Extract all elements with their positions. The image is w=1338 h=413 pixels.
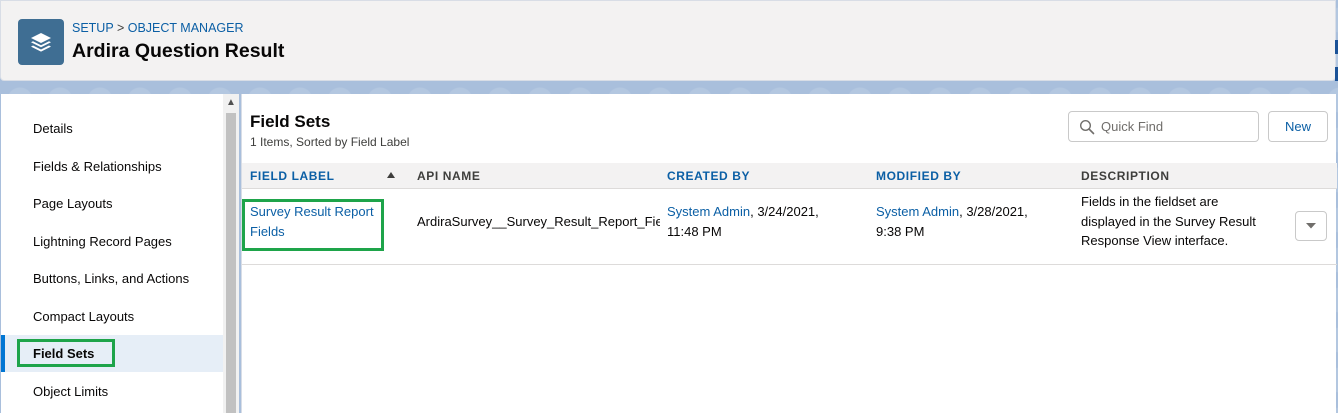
- quick-find-search[interactable]: [1068, 111, 1259, 142]
- sidebar-item-object-limits[interactable]: Object Limits: [1, 373, 223, 410]
- modified-by-user-link[interactable]: System Admin: [876, 204, 959, 219]
- description-cell: Fields in the fieldset are displayed in …: [1081, 192, 1286, 251]
- new-button[interactable]: New: [1268, 111, 1328, 142]
- sidebar-item-details[interactable]: Details: [1, 110, 223, 147]
- sidebar-item-page-layouts[interactable]: Page Layouts: [1, 185, 223, 222]
- sidebar-item-buttons-links-actions[interactable]: Buttons, Links, and Actions: [1, 260, 223, 297]
- sidebar-item-label: Details: [33, 121, 73, 136]
- breadcrumb: SETUP > OBJECT MANAGER: [72, 21, 244, 35]
- sidebar-item-lightning-record-pages[interactable]: Lightning Record Pages: [1, 223, 223, 260]
- api-name-cell: ArdiraSurvey__Survey_Result_Report_Fie: [417, 214, 660, 229]
- modified-by-cell: System Admin, 3/28/2021, 9:38 PM: [876, 202, 1076, 242]
- created-by-cell: System Admin, 3/24/2021, 11:48 PM: [667, 202, 867, 242]
- highlight-box: [242, 199, 384, 251]
- scroll-up-icon[interactable]: ▲: [223, 96, 239, 110]
- sidebar-item-label: Lightning Record Pages: [33, 234, 172, 249]
- sidebar-item-label: Fields & Relationships: [33, 159, 162, 174]
- column-header-field-label[interactable]: Field Label: [250, 163, 335, 189]
- sidebar-item-label: Object Limits: [33, 384, 109, 399]
- created-by-time: 11:48 PM: [667, 224, 722, 239]
- breadcrumb-separator: >: [116, 21, 125, 35]
- sidebar-item-fields-relationships[interactable]: Fields & Relationships: [1, 148, 223, 185]
- description-line: Fields in the fieldset are: [1081, 194, 1219, 209]
- sidebar-item-label: Buttons, Links, and Actions: [33, 271, 190, 286]
- sidebar-item-compact-layouts[interactable]: Compact Layouts: [1, 298, 223, 335]
- sidebar-nav: Details Fields & Relationships Page Layo…: [1, 94, 223, 413]
- column-header-modified-by[interactable]: Modified By: [876, 163, 961, 189]
- scrollbar-thumb[interactable]: [226, 113, 236, 413]
- modified-by-date: , 3/28/2021,: [959, 204, 1028, 219]
- created-by-date: , 3/24/2021,: [750, 204, 819, 219]
- breadcrumb-setup-link[interactable]: SETUP: [72, 21, 113, 35]
- chevron-down-icon: [1306, 223, 1316, 229]
- sort-ascending-icon[interactable]: [387, 172, 395, 178]
- quick-find-input[interactable]: [1101, 119, 1251, 134]
- created-by-user-link[interactable]: System Admin: [667, 204, 750, 219]
- sidebar-item-label: Compact Layouts: [33, 309, 135, 324]
- column-header-created-by[interactable]: Created By: [667, 163, 750, 189]
- highlight-box: [17, 339, 115, 367]
- table-header: Field Label API Name Created By Modified…: [242, 163, 1337, 189]
- table-row: Survey Result Report Fields ArdiraSurvey…: [242, 190, 1337, 265]
- section-subtitle: 1 Items, Sorted by Field Label: [250, 135, 410, 149]
- layers-icon: [18, 19, 64, 65]
- sidebar-item-label: Page Layouts: [33, 196, 113, 211]
- page-title: Ardira Question Result: [72, 40, 285, 62]
- modified-by-time: 9:38 PM: [876, 224, 925, 239]
- main-panel: Field Sets 1 Items, Sorted by Field Labe…: [241, 94, 1337, 413]
- row-actions-button[interactable]: [1295, 211, 1327, 241]
- column-header-description: Description: [1081, 169, 1170, 183]
- object-header: SETUP > OBJECT MANAGER Ardira Question R…: [0, 0, 1336, 81]
- breadcrumb-object-manager-link[interactable]: OBJECT MANAGER: [128, 21, 244, 35]
- column-header-api-name: API Name: [417, 169, 481, 183]
- description-line: displayed in the Survey Result: [1081, 213, 1256, 229]
- description-line: Response View interface.: [1081, 233, 1229, 248]
- search-icon: [1079, 119, 1095, 134]
- section-title: Field Sets: [250, 112, 331, 131]
